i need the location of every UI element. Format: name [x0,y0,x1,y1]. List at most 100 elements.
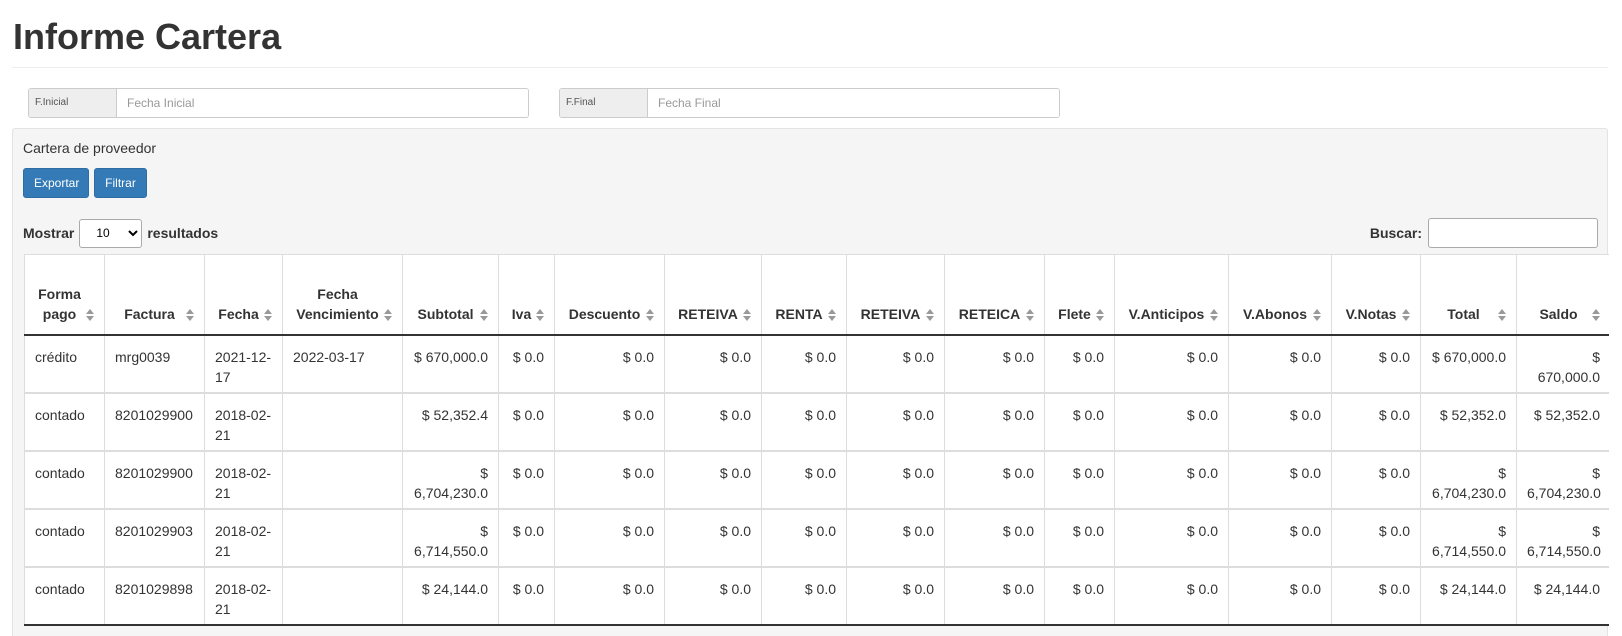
column-header-label: V.Notas [1345,305,1397,322]
table-cell: $ 0.0 [1044,566,1115,626]
sort-both-icon[interactable] [186,308,194,321]
sort-both-icon[interactable] [828,308,836,321]
sort-both-icon[interactable] [1026,308,1034,321]
table-cell [282,392,403,452]
table-body: crédito mrg0039 2021-12-17 2022-03-17 $ 670,… [24,334,1609,626]
column-header-label: Saldo [1539,305,1578,322]
column-header-label: Iva [511,305,532,322]
column-header-label: RETEIVA [678,305,738,322]
table-cell: $ 0.0 [498,566,555,626]
column-header[interactable]: Fecha Vencimiento [282,254,403,336]
sort-both-icon[interactable] [1313,308,1321,321]
sort-both-icon[interactable] [384,308,392,321]
table-cell: $ 0.0 [846,566,945,626]
table-cell: $ 670,000.0 [402,334,499,394]
table-cell: $ 24,144.0 [1420,566,1517,626]
column-header[interactable]: Saldo [1516,254,1609,336]
table-cell: $ 52,352.0 [1516,392,1609,452]
column-header[interactable]: Subtotal [402,254,499,336]
table-cell: $ 0.0 [1228,450,1332,510]
length-prefix: Mostrar [23,225,75,241]
column-header[interactable]: V.Anticipos [1114,254,1229,336]
table-cell [282,508,403,568]
column-header[interactable]: V.Abonos [1228,254,1332,336]
table-cell: $ 0.0 [761,508,847,568]
table-cell: $ 0.0 [1114,508,1229,568]
table-cell: $ 0.0 [664,392,762,452]
table-cell: $ 0.0 [1114,566,1229,626]
table-cell: 8201029900 [104,450,205,510]
table-cell: $ 0.0 [761,566,847,626]
end-date-input[interactable] [648,89,1059,117]
table-cell: 8201029900 [104,392,205,452]
search-control: Buscar: [1370,218,1598,248]
page-title: Informe Cartera [13,16,282,57]
export-button[interactable]: Exportar [23,168,89,198]
column-header-label: Flete [1058,305,1091,322]
search-input[interactable] [1428,218,1598,248]
table-cell: $ 0.0 [554,508,665,568]
sort-both-icon[interactable] [1592,308,1600,321]
table-cell: $ 0.0 [944,392,1045,452]
table-row: contado 8201029900 2018-02-21 $ 52,352.4 $ 0… [24,392,1609,452]
table-cell: $ 6,704,230.0 [402,450,499,510]
table-cell: $ 0.0 [664,450,762,510]
table-row: contado 8201029898 2018-02-21 $ 24,144.0 $ 0… [24,566,1609,626]
table-cell: $ 0.0 [846,508,945,568]
start-date-input[interactable] [117,89,528,117]
table-cell: $ 52,352.0 [1420,392,1517,452]
table-cell: $ 0.0 [761,334,847,394]
column-header[interactable]: RETEICA [944,254,1045,336]
table-cell: $ 6,714,550.0 [1420,508,1517,568]
sort-both-icon[interactable] [536,308,544,321]
column-header[interactable]: Descuento [554,254,665,336]
column-header[interactable]: V.Notas [1331,254,1421,336]
table-cell: $ 0.0 [944,334,1045,394]
column-header-label: Forma pago [38,285,81,322]
sort-both-icon[interactable] [86,308,94,321]
table-cell [282,566,403,626]
column-header[interactable]: RENTA [761,254,847,336]
table-cell: $ 0.0 [1114,334,1229,394]
sort-both-icon[interactable] [1096,308,1104,321]
table-cell: $ 670,000.0 [1420,334,1517,394]
table-cell: $ 0.0 [498,392,555,452]
column-header[interactable]: Flete [1044,254,1115,336]
table-cell: $ 0.0 [1331,566,1421,626]
table-cell: $ 0.0 [1228,334,1332,394]
table-cell: $ 0.0 [1228,392,1332,452]
table-cell: $ 0.0 [498,450,555,510]
column-header[interactable]: Fecha [204,254,283,336]
table-cell: 2018-02-21 [204,450,283,510]
sort-both-icon[interactable] [1498,308,1506,321]
portfolio-table-wrapper[interactable]: Forma pago Factura Fecha Fecha Vencimiento S… [24,254,1609,636]
table-cell: contado [24,566,105,626]
column-header[interactable]: RETEIVA [846,254,945,336]
column-header-label: V.Abonos [1242,305,1308,322]
filter-button[interactable]: Filtrar [94,168,147,198]
sort-both-icon[interactable] [926,308,934,321]
sort-both-icon[interactable] [646,308,654,321]
column-header[interactable]: Iva [498,254,555,336]
column-header[interactable]: Forma pago [24,254,105,336]
table-cell: $ 0.0 [1044,334,1115,394]
table-cell: $ 0.0 [498,334,555,394]
column-header-label: RETEICA [958,305,1021,322]
sort-both-icon[interactable] [1402,308,1410,321]
column-header[interactable]: Total [1420,254,1517,336]
sort-both-icon[interactable] [264,308,272,321]
table-cell: $ 0.0 [1331,334,1421,394]
table-cell: 2018-02-21 [204,392,283,452]
column-header[interactable]: RETEIVA [664,254,762,336]
table-cell: 2022-03-17 [282,334,403,394]
table-cell: $ 0.0 [1044,392,1115,452]
column-header-label: Subtotal [417,305,474,322]
table-cell: $ 0.0 [944,450,1045,510]
sort-both-icon[interactable] [1210,308,1218,321]
sort-both-icon[interactable] [743,308,751,321]
page-length-select[interactable]: 10 [79,218,143,248]
start-date-label: F.Inicial [29,89,117,117]
sort-both-icon[interactable] [480,308,488,321]
supplier-portfolio-panel: Cartera de proveedor Exportar Filtrar Mo… [12,128,1609,636]
column-header[interactable]: Factura [104,254,205,336]
